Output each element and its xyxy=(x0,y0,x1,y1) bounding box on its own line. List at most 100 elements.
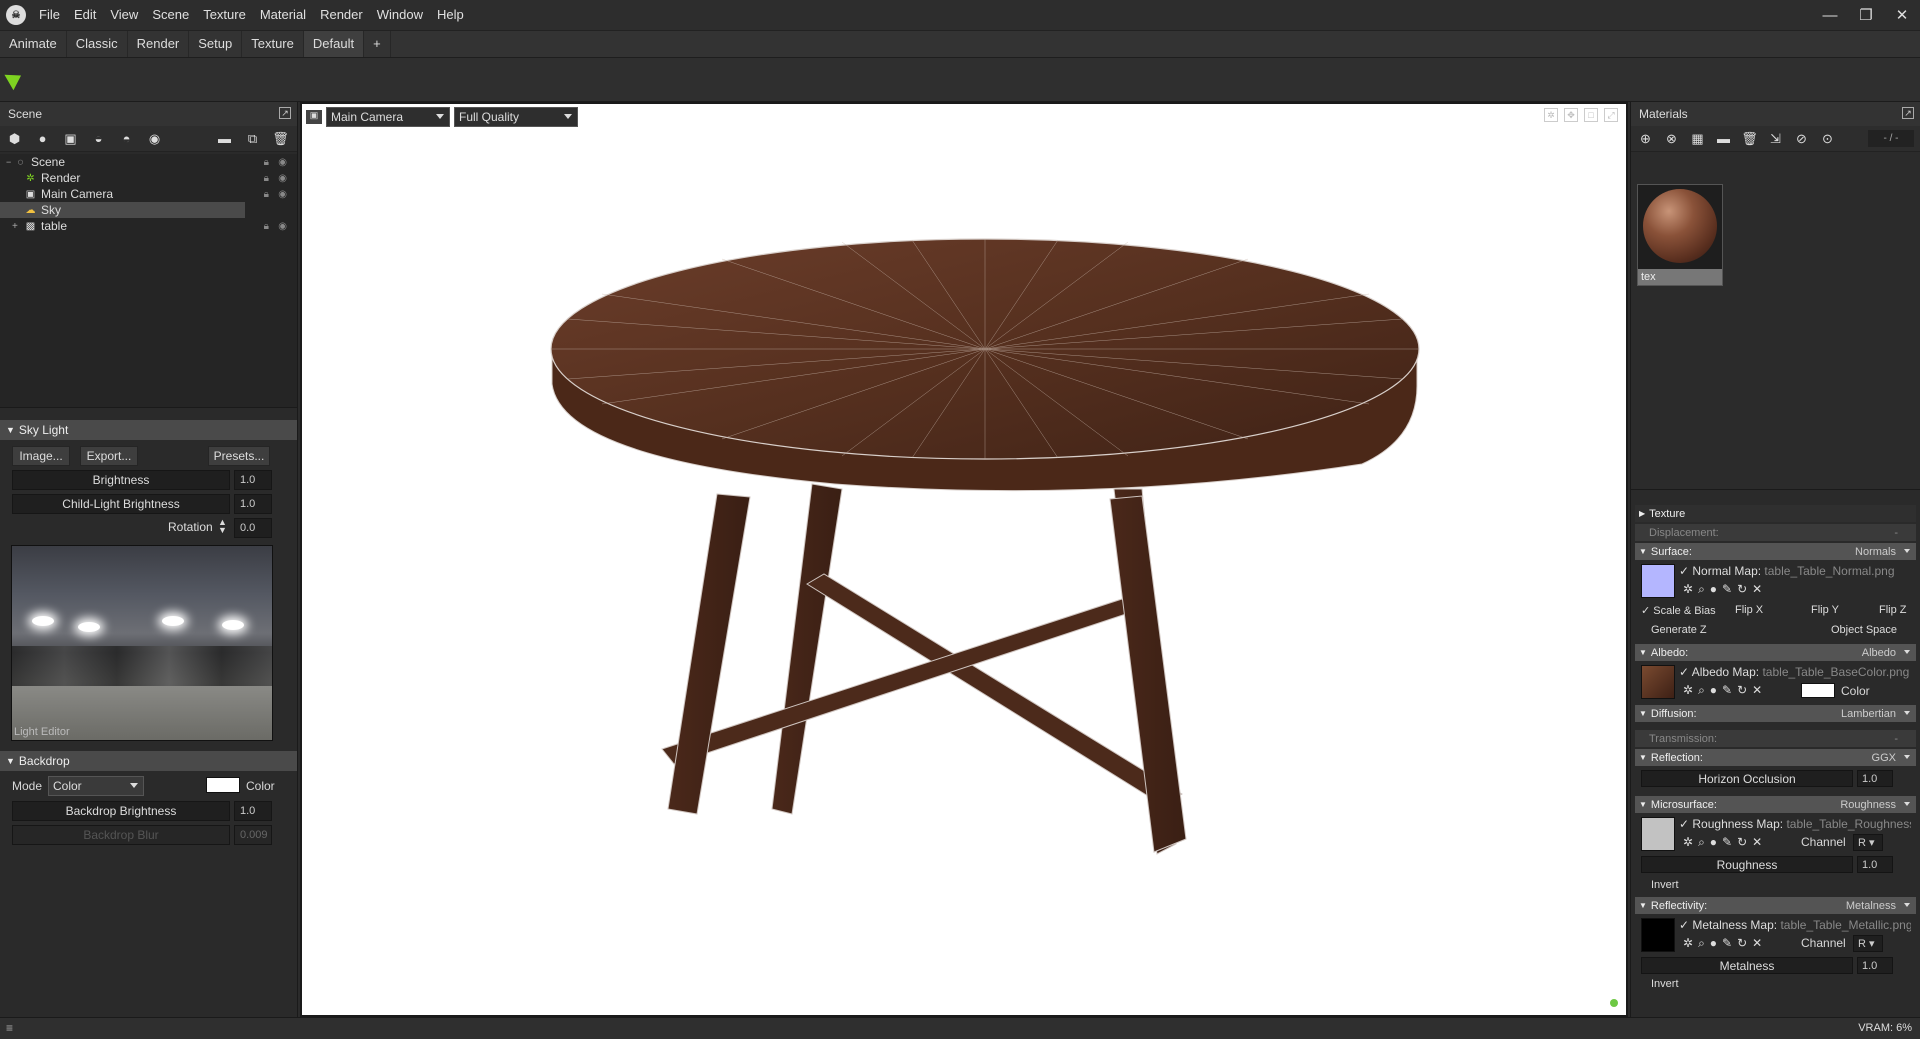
duplicate-icon[interactable]: ⧉ xyxy=(244,130,261,147)
microsurface-type[interactable]: Roughness xyxy=(1840,799,1896,811)
invert-checkbox[interactable]: Invert xyxy=(1651,879,1679,891)
tree-item-render[interactable]: ✲ Render 🔒︎ ◉ xyxy=(0,170,297,186)
eye-icon[interactable]: ◉ xyxy=(278,189,287,200)
brightness-slider[interactable]: Brightness xyxy=(12,470,230,490)
add-light-icon[interactable]: ● xyxy=(34,130,51,147)
lock-icon[interactable]: 🔒︎ xyxy=(264,157,269,168)
hdri-panorama-preview[interactable]: Light Editor xyxy=(11,545,273,741)
flip-z-checkbox[interactable]: Flip Z xyxy=(1879,604,1907,616)
paint-icon[interactable]: ● xyxy=(1710,835,1717,850)
channel-select[interactable]: R ▾ xyxy=(1853,935,1883,952)
invert-checkbox[interactable]: Invert xyxy=(1651,978,1679,990)
popout-icon[interactable]: ↗ xyxy=(279,107,291,119)
checker-icon[interactable]: ▦ xyxy=(1689,130,1706,147)
albedo-map-swatch[interactable] xyxy=(1641,665,1675,699)
tree-item-main-camera[interactable]: ▣ Main Camera 🔒︎ ◉ xyxy=(0,186,297,202)
reflection-type[interactable]: GGX xyxy=(1872,752,1896,764)
channel-select[interactable]: R ▾ xyxy=(1853,834,1883,851)
normal-map-swatch[interactable] xyxy=(1641,564,1675,598)
add-material-icon[interactable]: ⊕ xyxy=(1637,130,1654,147)
metalness-map-swatch[interactable] xyxy=(1641,918,1675,952)
image-button[interactable]: Image... xyxy=(12,446,70,466)
menu-material[interactable]: Material xyxy=(253,0,313,30)
horizon-occlusion-slider[interactable]: Horizon Occlusion xyxy=(1641,770,1853,787)
backdrop-color-swatch[interactable] xyxy=(206,777,240,793)
search-icon[interactable]: ⌕ xyxy=(1698,936,1705,951)
map-file-name[interactable]: table_Table_Metallic.png xyxy=(1780,918,1911,932)
pen-icon[interactable]: ✎ xyxy=(1722,835,1732,850)
gear-icon[interactable]: ✲ xyxy=(1683,683,1693,698)
add-group-icon[interactable]: ◓ xyxy=(118,130,135,147)
eye-icon[interactable]: ◉ xyxy=(278,173,287,184)
add-object-icon[interactable]: ⬢ xyxy=(6,130,23,147)
tree-item-scene[interactable]: − ◌ Scene 🔒︎ ◉ xyxy=(0,154,297,170)
reload-icon[interactable]: ↻ xyxy=(1737,835,1747,850)
lock-icon[interactable]: 🔒︎ xyxy=(264,189,269,200)
sky-light-section-header[interactable]: ▼ Sky Light xyxy=(0,420,297,440)
tree-item-sky[interactable]: ☁ Sky xyxy=(0,202,245,218)
metalness-value[interactable]: 1.0 xyxy=(1857,957,1893,974)
roughness-value[interactable]: 1.0 xyxy=(1857,856,1893,873)
close-button[interactable]: ✕ xyxy=(1884,0,1920,30)
reflectivity-type[interactable]: Metalness xyxy=(1846,900,1896,912)
restore-button[interactable]: ❐ xyxy=(1848,0,1884,30)
add-tab-button[interactable]: + xyxy=(364,31,391,57)
menu-file[interactable]: File xyxy=(32,0,67,30)
menu-edit[interactable]: Edit xyxy=(67,0,103,30)
flip-x-checkbox[interactable]: Flip X xyxy=(1735,604,1763,616)
select-tool-icon[interactable] xyxy=(4,67,26,91)
search-icon[interactable]: ⌕ xyxy=(1698,582,1705,597)
reload-icon[interactable]: ↻ xyxy=(1737,936,1747,951)
tab-setup[interactable]: Setup xyxy=(189,31,243,57)
paint-icon[interactable]: ● xyxy=(1710,936,1717,951)
lock-icon[interactable]: 🔒︎ xyxy=(264,221,269,232)
albedo-section-header[interactable]: ▼ Albedo: Albedo xyxy=(1635,644,1916,661)
add-shadow-catcher-icon[interactable]: ◒ xyxy=(90,130,107,147)
mode-select[interactable]: Color xyxy=(48,776,144,796)
backdrop-section-header[interactable]: ▼ Backdrop xyxy=(0,751,297,771)
albedo-type[interactable]: Albedo xyxy=(1862,647,1896,659)
tab-animate[interactable]: Animate xyxy=(0,31,67,57)
gear-icon[interactable]: ✲ xyxy=(1683,936,1693,951)
paint-icon[interactable]: ● xyxy=(1710,683,1717,698)
menu-render[interactable]: Render xyxy=(313,0,370,30)
pen-icon[interactable]: ✎ xyxy=(1722,936,1732,951)
popout-icon[interactable]: ↗ xyxy=(1902,107,1914,119)
paint-icon[interactable]: ● xyxy=(1710,582,1717,597)
delete-icon[interactable]: 🗑 xyxy=(272,130,289,147)
material-thumbnail[interactable]: tex xyxy=(1637,184,1723,286)
texture-section-header[interactable]: ▶ Texture xyxy=(1635,505,1916,522)
rotation-value[interactable]: 0.0 xyxy=(234,518,272,538)
diffusion-type[interactable]: Lambertian xyxy=(1841,708,1896,720)
menu-window[interactable]: Window xyxy=(370,0,430,30)
horizon-occlusion-value[interactable]: 1.0 xyxy=(1857,770,1893,787)
scale-bias-checkbox[interactable]: ✓ Scale & Bias xyxy=(1641,604,1716,617)
menu-texture[interactable]: Texture xyxy=(196,0,253,30)
delete-icon[interactable]: 🗑 xyxy=(1741,130,1758,147)
reload-icon[interactable]: ↻ xyxy=(1737,582,1747,597)
lock-icon[interactable]: 🔒︎ xyxy=(264,173,269,184)
tab-default[interactable]: Default xyxy=(303,31,365,57)
diffusion-section-header[interactable]: ▼ Diffusion: Lambertian xyxy=(1635,705,1916,722)
roughness-map-swatch[interactable] xyxy=(1641,817,1675,851)
material-counter[interactable]: - / - xyxy=(1868,130,1914,147)
add-camera-icon[interactable]: ▣ xyxy=(62,130,79,147)
roughness-slider[interactable]: Roughness xyxy=(1641,856,1853,873)
folder-icon[interactable]: ▬ xyxy=(1715,130,1732,147)
rotation-stepper-icon[interactable]: ▲ ▼ xyxy=(218,518,227,535)
surface-type[interactable]: Normals xyxy=(1855,546,1896,558)
surface-section-header[interactable]: ▼ Surface: Normals xyxy=(1635,543,1916,560)
select-icon[interactable]: ⊘ xyxy=(1793,130,1810,147)
reload-icon[interactable]: ↻ xyxy=(1737,683,1747,698)
pen-icon[interactable]: ✎ xyxy=(1722,683,1732,698)
child-light-brightness-value[interactable]: 1.0 xyxy=(234,494,272,514)
tab-render[interactable]: Render xyxy=(128,31,190,57)
object-space-checkbox[interactable]: Object Space xyxy=(1831,624,1897,636)
microsurface-section-header[interactable]: ▼ Microsurface: Roughness xyxy=(1635,796,1916,813)
child-light-brightness-slider[interactable]: Child-Light Brightness xyxy=(12,494,230,514)
backdrop-brightness-slider[interactable]: Backdrop Brightness xyxy=(12,801,230,821)
menu-scene[interactable]: Scene xyxy=(145,0,196,30)
assign-icon[interactable]: ⇲ xyxy=(1767,130,1784,147)
map-file-name[interactable]: table_Table_Roughness.png xyxy=(1786,817,1911,831)
search-icon[interactable]: ⌕ xyxy=(1698,835,1705,850)
